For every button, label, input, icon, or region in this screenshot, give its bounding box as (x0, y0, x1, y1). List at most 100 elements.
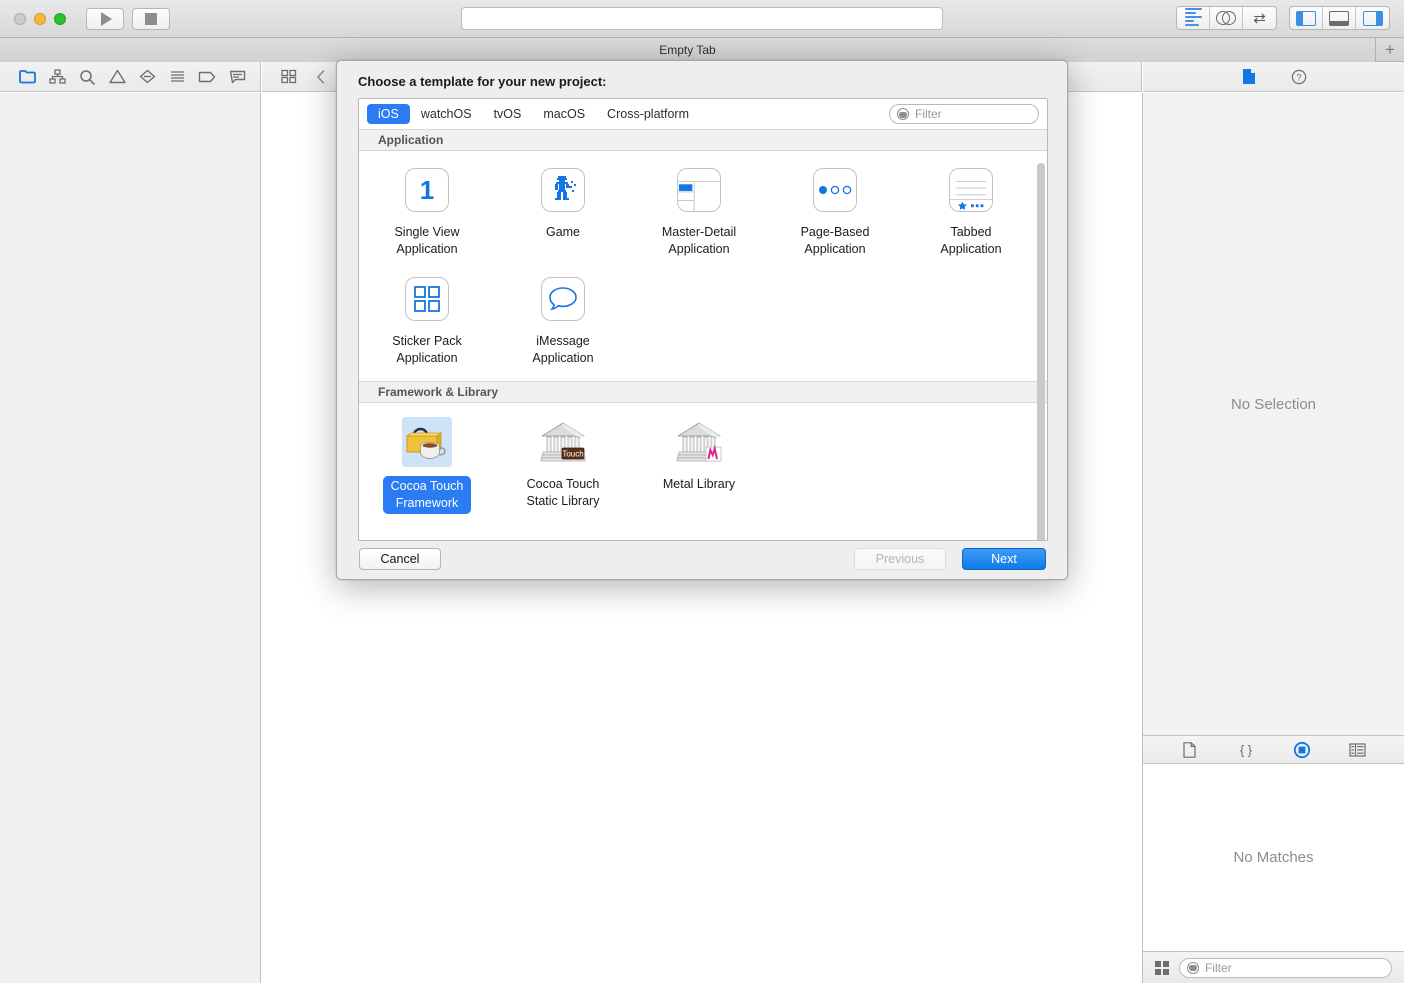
cocoa-touch-framework-icon (402, 417, 452, 467)
navigator-panel-icon (1296, 10, 1316, 26)
template-sticker-pack-application[interactable]: Sticker Pack Application (359, 274, 495, 367)
template-label-line1: Game (545, 225, 581, 239)
svg-text:Touch: Touch (562, 450, 583, 459)
report-navigator-icon[interactable] (222, 63, 252, 91)
platform-tab-watchos[interactable]: watchOS (410, 104, 483, 124)
debug-navigator-icon[interactable] (162, 63, 192, 91)
project-navigator-icon[interactable] (12, 63, 42, 91)
toggle-utilities-button[interactable] (1356, 7, 1389, 29)
symbol-navigator-icon[interactable] (42, 63, 72, 91)
object-library-icon[interactable] (1287, 736, 1317, 764)
library-filter-input[interactable]: Filter (1179, 957, 1392, 978)
find-navigator-icon[interactable] (72, 63, 102, 91)
related-items-icon[interactable] (274, 63, 304, 91)
tab-empty[interactable]: Empty Tab (0, 38, 1376, 62)
code-snippet-library-icon[interactable]: { } (1231, 736, 1261, 764)
grid-view-icon[interactable] (1155, 960, 1169, 975)
template-label-line1: Tabbed (950, 225, 992, 239)
tabbed-icon (946, 165, 996, 215)
template-label-line1: Page-Based (800, 225, 870, 239)
template-label-line2: Application (804, 242, 866, 256)
platform-tab-ios[interactable]: iOS (367, 104, 410, 124)
media-library-icon[interactable] (1343, 736, 1373, 764)
inspector-toolbar: ? (1143, 62, 1404, 92)
library-toolbar: { } (1143, 735, 1404, 764)
dialog-footer-right: Previous Next (854, 541, 1046, 579)
close-window-button[interactable] (14, 12, 26, 25)
template-label-line2: Framework (395, 496, 459, 510)
template-row: Cocoa Touch Framework Touch Cocoa Touch … (359, 403, 1047, 514)
inspector-empty-label: No Selection (1230, 395, 1317, 413)
section-header-framework-library: Framework & Library (359, 381, 1047, 403)
xcode-window: ⇄ Empty Tab + ? No Selection {} No Matc… (0, 0, 1404, 983)
template-imessage-application[interactable]: iMessage Application (495, 274, 631, 367)
imessage-icon (538, 274, 588, 324)
panel-toggle-segment (1289, 6, 1390, 30)
template-single-view-application[interactable]: 1 Single View Application (359, 165, 495, 258)
file-inspector-icon[interactable] (1234, 63, 1264, 91)
svg-text:?: ? (1296, 72, 1301, 82)
stop-button[interactable] (132, 7, 170, 30)
template-label-line1: Sticker Pack (392, 334, 462, 348)
template-tabbed-application[interactable]: Tabbed Application (903, 165, 1039, 258)
maximize-window-button[interactable] (54, 12, 66, 25)
breakpoint-navigator-icon[interactable] (192, 63, 222, 91)
assistant-editor-button[interactable] (1210, 7, 1243, 29)
template-page-based-application[interactable]: Page-Based Application (767, 165, 903, 258)
library-pane: No Matches (1143, 764, 1404, 950)
stop-icon (145, 12, 157, 25)
master-detail-icon (674, 165, 724, 215)
template-game[interactable]: Game (495, 165, 631, 258)
template-scrollbar[interactable] (1037, 161, 1045, 540)
issue-navigator-icon[interactable] (102, 63, 132, 91)
template-label-line1: Cocoa Touch (390, 479, 464, 493)
inspector-pane: No Selection (1143, 93, 1404, 735)
single-view-icon: 1 (402, 165, 452, 215)
previous-button[interactable]: Previous (854, 548, 946, 570)
platform-tab-macos[interactable]: macOS (532, 104, 596, 124)
library-filter-placeholder: Filter (1205, 960, 1232, 975)
template-label-line2: Application (396, 351, 458, 365)
dialog-footer: Cancel Previous Next (337, 541, 1067, 579)
traffic-lights (14, 12, 66, 25)
cancel-button[interactable]: Cancel (359, 548, 441, 570)
window-titlebar: ⇄ (0, 0, 1404, 38)
version-editor-button[interactable]: ⇄ (1243, 7, 1276, 29)
back-chevron-icon[interactable] (306, 63, 336, 91)
run-stop-group (86, 7, 170, 30)
template-cocoa-touch-static-library[interactable]: Touch Cocoa Touch Static Library (495, 417, 631, 514)
run-button[interactable] (86, 7, 124, 30)
standard-editor-button[interactable] (1177, 7, 1210, 29)
debug-panel-icon (1329, 10, 1349, 26)
template-cocoa-touch-framework[interactable]: Cocoa Touch Framework (359, 417, 495, 514)
test-navigator-icon[interactable] (132, 63, 162, 91)
toggle-navigator-button[interactable] (1290, 7, 1323, 29)
new-tab-button[interactable]: + (1376, 38, 1404, 62)
filter-icon (897, 108, 909, 120)
template-filter-placeholder: Filter (915, 107, 942, 121)
page-based-icon (810, 165, 860, 215)
new-project-template-dialog: Choose a template for your new project: … (336, 60, 1068, 580)
navigator-pane (0, 93, 261, 983)
next-button[interactable]: Next (962, 548, 1046, 570)
template-label-line2: Application (940, 242, 1002, 256)
template-label-line1: Single View (394, 225, 460, 239)
template-master-detail-application[interactable]: Master-Detail Application (631, 165, 767, 258)
standard-editor-icon (1184, 8, 1202, 28)
platform-tab-tvos[interactable]: tvOS (483, 104, 533, 124)
library-empty-label: No Matches (1233, 848, 1314, 866)
template-label-line2: Static Library (526, 494, 600, 508)
file-template-library-icon[interactable] (1175, 736, 1205, 764)
minimize-window-button[interactable] (34, 12, 46, 25)
toggle-debug-button[interactable] (1323, 7, 1356, 29)
toolbar-right-controls: ⇄ (1176, 6, 1390, 30)
toolbar-status-field[interactable] (461, 7, 943, 30)
platform-tab-cross-platform[interactable]: Cross-platform (596, 104, 700, 124)
template-label-line1: Master-Detail (661, 225, 737, 239)
library-filter-bar: Filter (1143, 951, 1404, 983)
template-filter-input[interactable]: Filter (889, 104, 1039, 124)
version-editor-icon: ⇄ (1253, 9, 1266, 27)
template-metal-library[interactable]: Metal Library (631, 417, 767, 514)
navigator-toolbar (0, 62, 261, 92)
quick-help-icon[interactable]: ? (1284, 63, 1314, 91)
